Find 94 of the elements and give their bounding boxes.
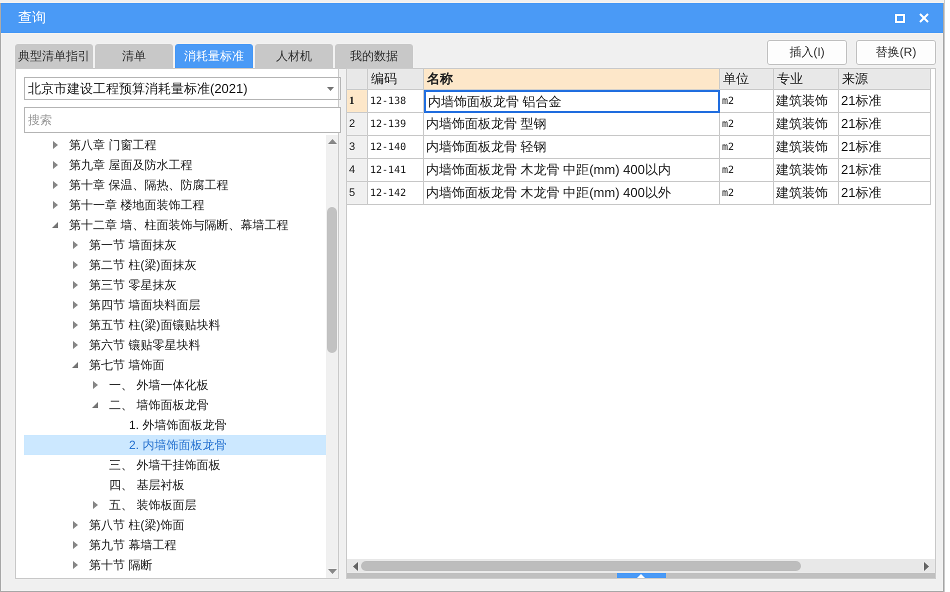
tree-item[interactable]: 1. 外墙饰面板龙骨 [24, 415, 326, 435]
scroll-down-icon[interactable] [328, 569, 336, 574]
column-header[interactable]: 编码 [368, 69, 424, 90]
tree-item[interactable]: 第一节 墙面抹灰 [24, 235, 326, 255]
tree-item[interactable]: 第六节 镶贴零星块料 [24, 335, 326, 355]
table-cell: 建筑装饰 [774, 113, 839, 136]
column-header[interactable]: 来源 [839, 69, 931, 90]
table-cell: 内墙饰面板龙骨 铝合金 [424, 90, 720, 113]
row-number: 2 [347, 113, 368, 136]
tree-item[interactable]: 第十章 保温、隔热、防腐工程 [24, 175, 326, 195]
scroll-left-icon[interactable] [353, 562, 358, 570]
column-header[interactable]: 单位 [720, 69, 774, 90]
collapsed-arrow-icon[interactable] [92, 501, 99, 509]
splitter-handle[interactable] [616, 573, 666, 578]
close-icon[interactable] [919, 13, 929, 23]
window-title: 查询 [18, 9, 46, 27]
maximize-icon[interactable] [895, 14, 905, 22]
tab[interactable]: 典型清单指引 [15, 44, 93, 69]
collapsed-arrow-icon[interactable] [72, 321, 79, 329]
tree-item[interactable]: 第九节 幕墙工程 [24, 535, 326, 555]
table-cell: m2 [720, 159, 774, 182]
row-number: 5 [347, 182, 368, 205]
table-cell: 内墙饰面板龙骨 木龙骨 中距(mm) 400以内 [424, 159, 720, 182]
tree-item[interactable]: 第八章 门窗工程 [24, 135, 326, 155]
table-cell: 12-141 [368, 159, 424, 182]
table-cell: 12-140 [368, 136, 424, 159]
collapsed-arrow-icon[interactable] [92, 381, 99, 389]
table-cell: 21标准 [839, 182, 931, 205]
table-cell: 内墙饰面板龙骨 轻钢 [424, 136, 720, 159]
table-cell: 12-139 [368, 113, 424, 136]
scroll-up-icon[interactable] [328, 139, 336, 144]
collapsed-arrow-icon[interactable] [72, 561, 79, 569]
table-cell: m2 [720, 182, 774, 205]
collapsed-arrow-icon[interactable] [52, 201, 59, 209]
expanded-arrow-icon[interactable] [52, 221, 59, 229]
tree-item[interactable]: 第十节 隔断 [24, 555, 326, 575]
table-cell: 21标准 [839, 90, 931, 113]
tree-item[interactable]: 第八节 柱(梁)饰面 [24, 515, 326, 535]
tree-item[interactable]: 五、 装饰板面层 [24, 495, 326, 515]
table-cell: 建筑装饰 [774, 90, 839, 113]
scroll-right-icon[interactable] [924, 562, 929, 570]
tree-item[interactable]: 第二节 柱(梁)面抹灰 [24, 255, 326, 275]
expanded-arrow-icon[interactable] [92, 401, 99, 409]
tree-item[interactable]: 二、 墙饰面板龙骨 [24, 395, 326, 415]
column-header[interactable]: 名称 [424, 69, 720, 90]
table-cell: 建筑装饰 [774, 159, 839, 182]
action-button[interactable]: 插入(I) [767, 40, 847, 65]
table-cell: 内墙饰面板龙骨 木龙骨 中距(mm) 400以外 [424, 182, 720, 205]
tree-item[interactable]: 一、 外墙一体化板 [24, 375, 326, 395]
expanded-arrow-icon[interactable] [72, 361, 79, 369]
tree-item[interactable]: 三、 外墙干挂饰面板 [24, 455, 326, 475]
tree-item[interactable]: 第四节 墙面块料面层 [24, 295, 326, 315]
horizontal-scrollbar[interactable] [347, 559, 935, 573]
vertical-scrollbar[interactable] [326, 135, 338, 578]
collapsed-arrow-icon[interactable] [72, 541, 79, 549]
table-cell: 21标准 [839, 113, 931, 136]
search-field[interactable]: 搜索 [24, 107, 341, 133]
table-cell: 21标准 [839, 159, 931, 182]
standard-dropdown[interactable]: 北京市建设工程预算消耗量标准(2021) [24, 77, 341, 100]
tree-item[interactable]: 2. 内墙饰面板龙骨 [24, 435, 326, 455]
collapsed-arrow-icon[interactable] [72, 281, 79, 289]
tree-item[interactable]: 第五节 柱(梁)面镶贴块料 [24, 315, 326, 335]
table-cell: m2 [720, 90, 774, 113]
column-header[interactable]: 专业 [774, 69, 839, 90]
collapsed-arrow-icon[interactable] [52, 141, 59, 149]
tree-item[interactable]: 第十一章 楼地面装饰工程 [24, 195, 326, 215]
tree-item[interactable]: 第九章 屋面及防水工程 [24, 155, 326, 175]
collapsed-arrow-icon[interactable] [52, 161, 59, 169]
dropdown-caret-icon [327, 86, 334, 90]
row-number: 1 [347, 90, 368, 113]
table-cell: 建筑装饰 [774, 136, 839, 159]
table-cell: m2 [720, 113, 774, 136]
collapsed-arrow-icon[interactable] [72, 261, 79, 269]
table-cell: 12-138 [368, 90, 424, 113]
tab[interactable]: 清单 [95, 44, 173, 69]
collapsed-arrow-icon[interactable] [72, 521, 79, 529]
action-button[interactable]: 替换(R) [856, 40, 936, 65]
table-cell: m2 [720, 136, 774, 159]
row-number: 3 [347, 136, 368, 159]
table-cell: 内墙饰面板龙骨 型钢 [424, 113, 720, 136]
tab[interactable]: 我的数据 [335, 44, 413, 69]
collapsed-arrow-icon[interactable] [52, 181, 59, 189]
collapsed-arrow-icon[interactable] [72, 301, 79, 309]
tree-item[interactable]: 第十二章 墙、柱面装饰与隔断、幕墙工程 [24, 215, 326, 235]
table-cell: 12-142 [368, 182, 424, 205]
tab[interactable]: 人材机 [255, 44, 333, 69]
tree-item[interactable]: 第三节 零星抹灰 [24, 275, 326, 295]
collapsed-arrow-icon[interactable] [72, 241, 79, 249]
collapsed-arrow-icon[interactable] [72, 341, 79, 349]
table-cell: 建筑装饰 [774, 182, 839, 205]
tree-item[interactable]: 四、 基层衬板 [24, 475, 326, 495]
tree-item[interactable]: 第七节 墙饰面 [24, 355, 326, 375]
table-cell: 21标准 [839, 136, 931, 159]
row-number: 4 [347, 159, 368, 182]
